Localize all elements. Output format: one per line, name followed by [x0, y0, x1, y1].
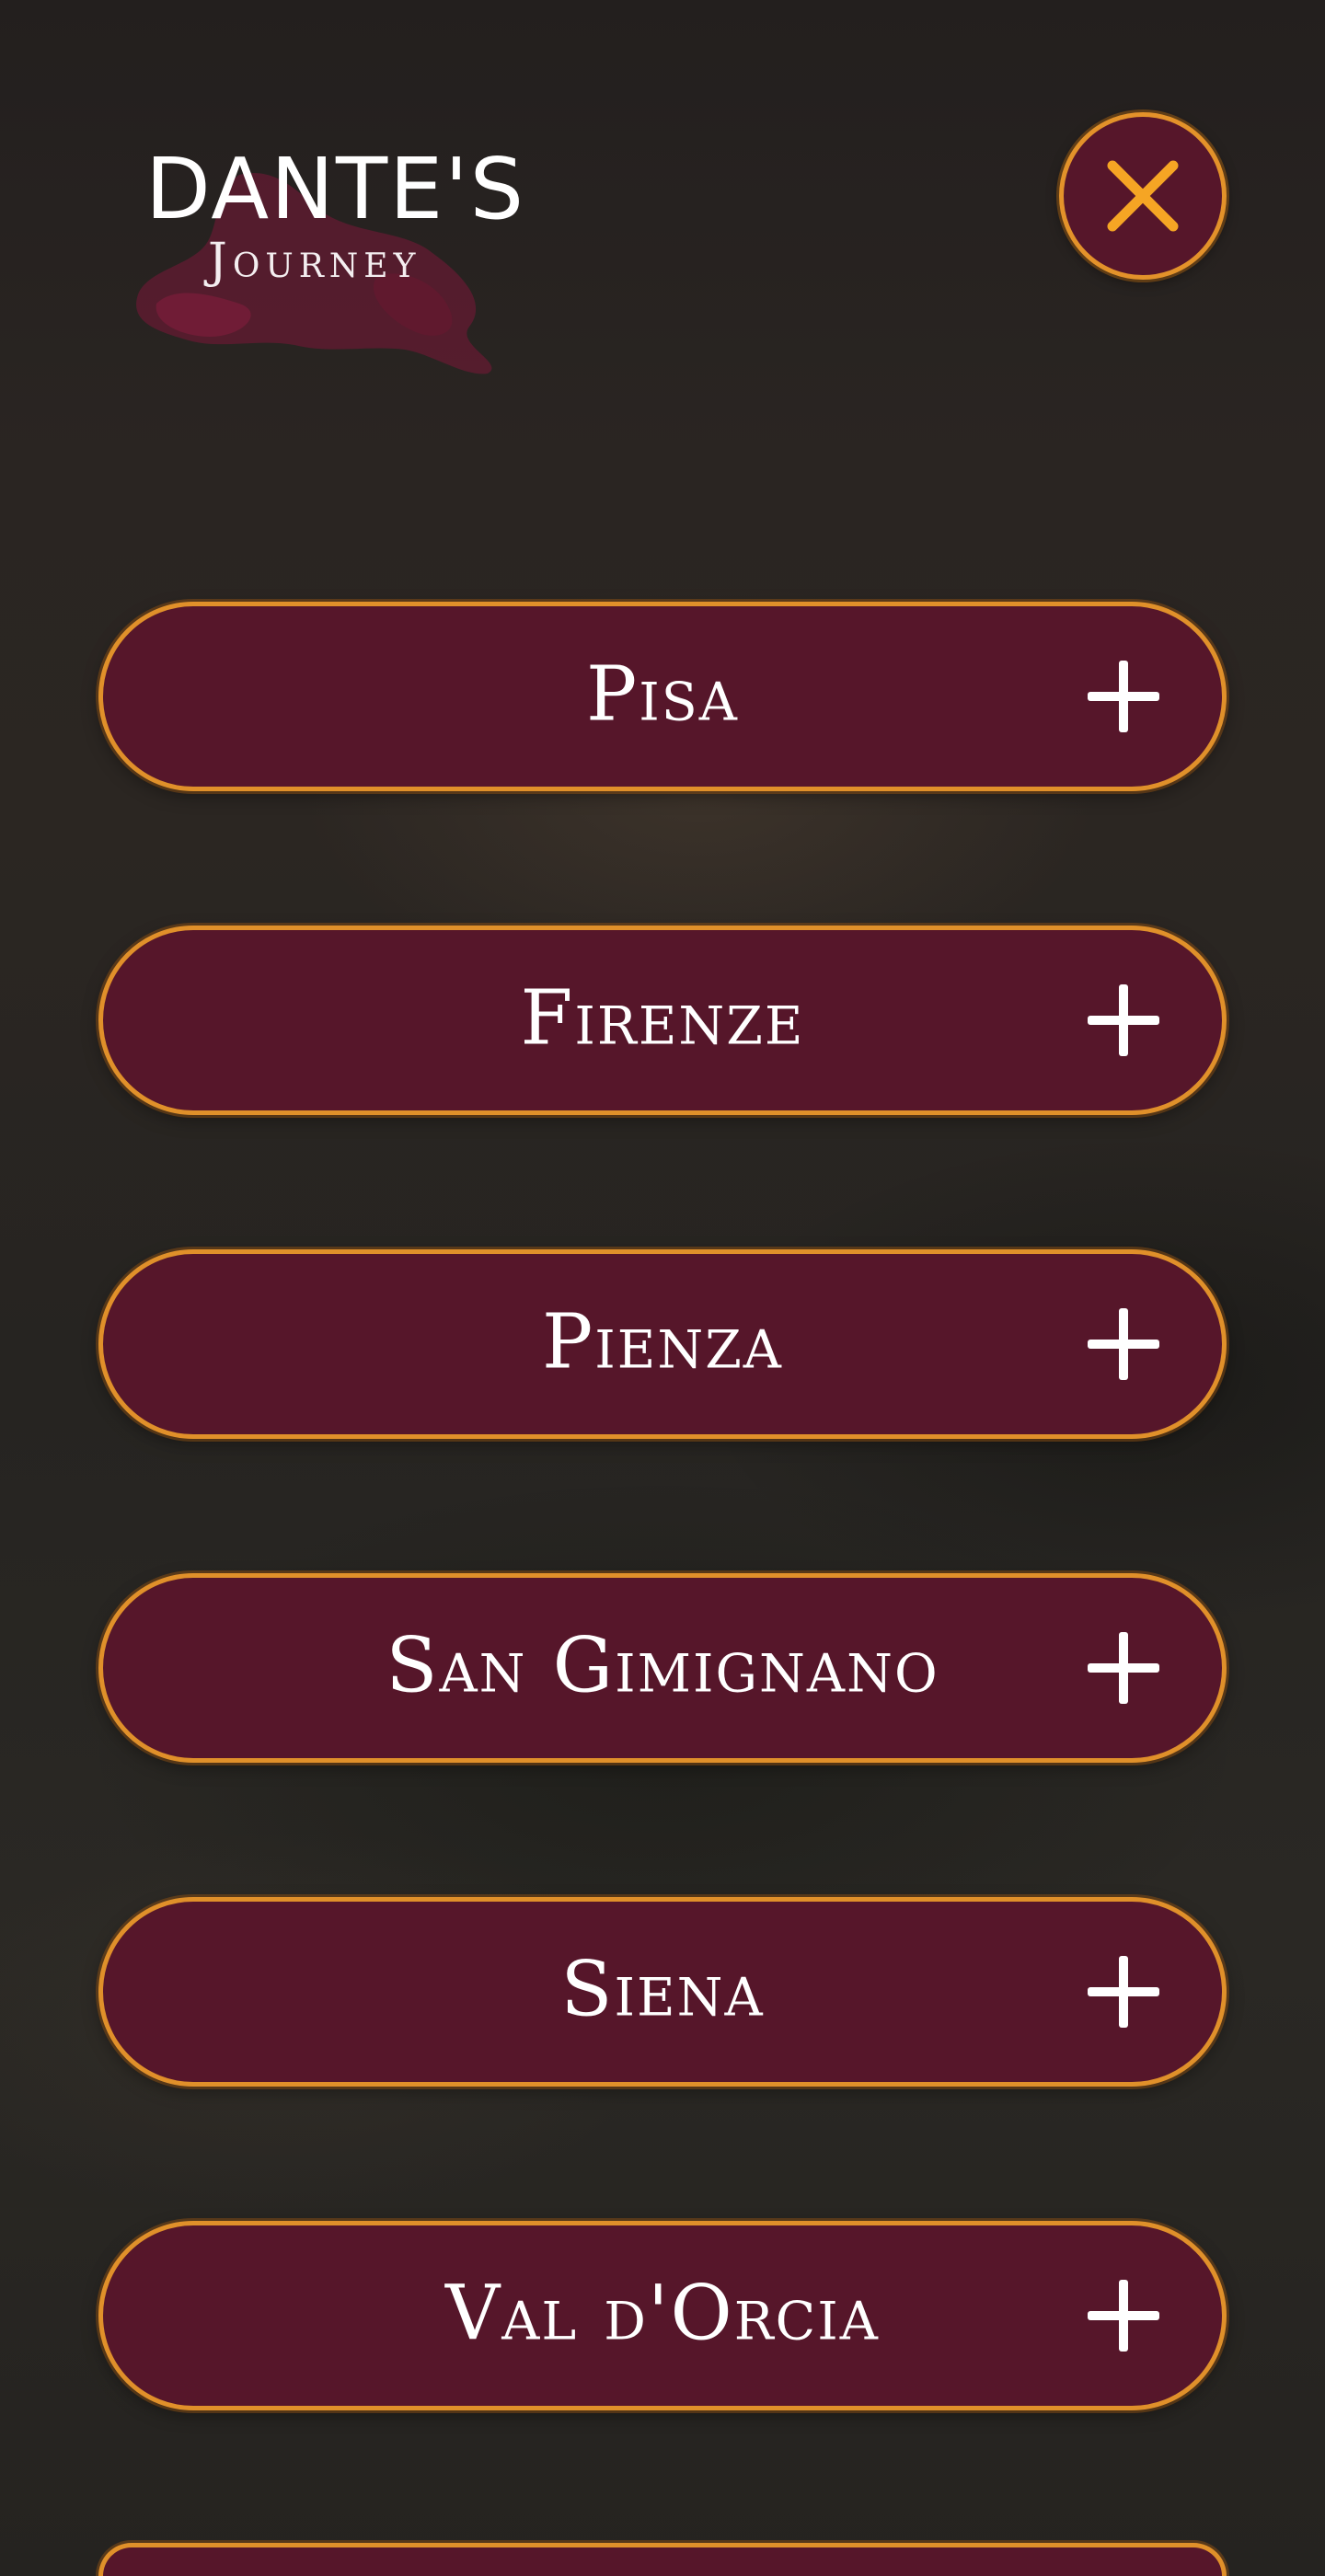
menu-item-pisa[interactable]: Pisa: [98, 602, 1227, 791]
plus-icon: [1088, 661, 1159, 732]
close-icon: [1107, 160, 1179, 232]
destinations-menu: Pisa Firenze Pienza San Gimignano Siena …: [0, 0, 1325, 2576]
menu-item-label: Val d'Orcia: [445, 2270, 880, 2358]
plus-icon: [1088, 2280, 1159, 2352]
plus-icon: [1088, 1956, 1159, 2028]
menu-item-label: San Gimignano: [386, 1622, 939, 1710]
menu-item-label: Firenze: [520, 974, 805, 1063]
plus-icon: [1088, 1632, 1159, 1704]
close-menu-button[interactable]: [1059, 112, 1227, 280]
menu-item-pienza[interactable]: Pienza: [98, 1249, 1227, 1439]
menu-item-firenze[interactable]: Firenze: [98, 926, 1227, 1115]
plus-icon: [1088, 1308, 1159, 1380]
menu-item-val-d-orcia[interactable]: Val d'Orcia: [98, 2221, 1227, 2410]
plus-icon: [1088, 984, 1159, 1056]
menu-item-label: Pienza: [542, 1298, 783, 1386]
menu-item-label: Siena: [560, 1946, 765, 2034]
menu-item-san-gimignano[interactable]: San Gimignano: [98, 1573, 1227, 1763]
menu-item-partial[interactable]: [98, 2543, 1227, 2576]
menu-item-siena[interactable]: Siena: [98, 1897, 1227, 2087]
menu-item-label: Pisa: [586, 650, 739, 739]
